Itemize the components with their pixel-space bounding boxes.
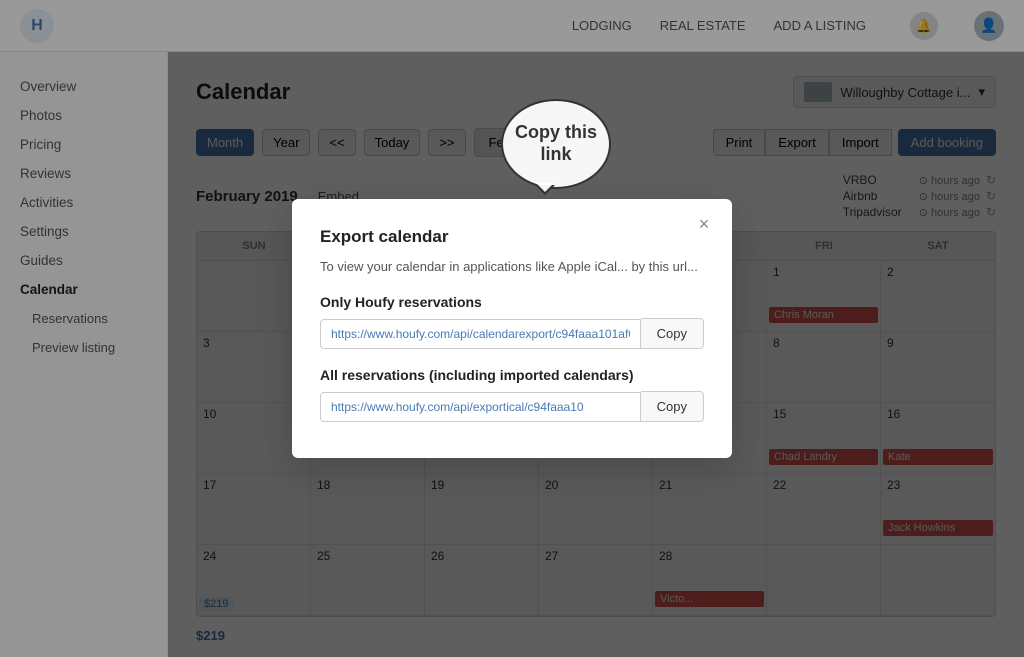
modal-overlay: Copy thislink × Export calendar To view … (0, 0, 1024, 657)
speech-bubble: Copy thislink (501, 99, 611, 189)
section2-url-row: Copy (320, 391, 704, 422)
section1-url-row: Copy (320, 318, 704, 349)
export-calendar-modal: Copy thislink × Export calendar To view … (292, 199, 732, 459)
section1-label: Only Houfy reservations (320, 294, 704, 310)
section2-group: All reservations (including imported cal… (320, 367, 704, 422)
section2-copy-button[interactable]: Copy (641, 391, 704, 422)
speech-bubble-text: Copy thislink (515, 122, 597, 165)
section1-group: Only Houfy reservations Copy (320, 294, 704, 349)
modal-description: To view your calendar in applications li… (320, 257, 704, 277)
section2-label: All reservations (including imported cal… (320, 367, 704, 383)
section2-url-input[interactable] (320, 392, 641, 422)
section1-url-input[interactable] (320, 319, 641, 349)
section1-copy-button[interactable]: Copy (641, 318, 704, 349)
modal-title: Export calendar (320, 227, 704, 247)
modal-close-button[interactable]: × (692, 213, 716, 237)
